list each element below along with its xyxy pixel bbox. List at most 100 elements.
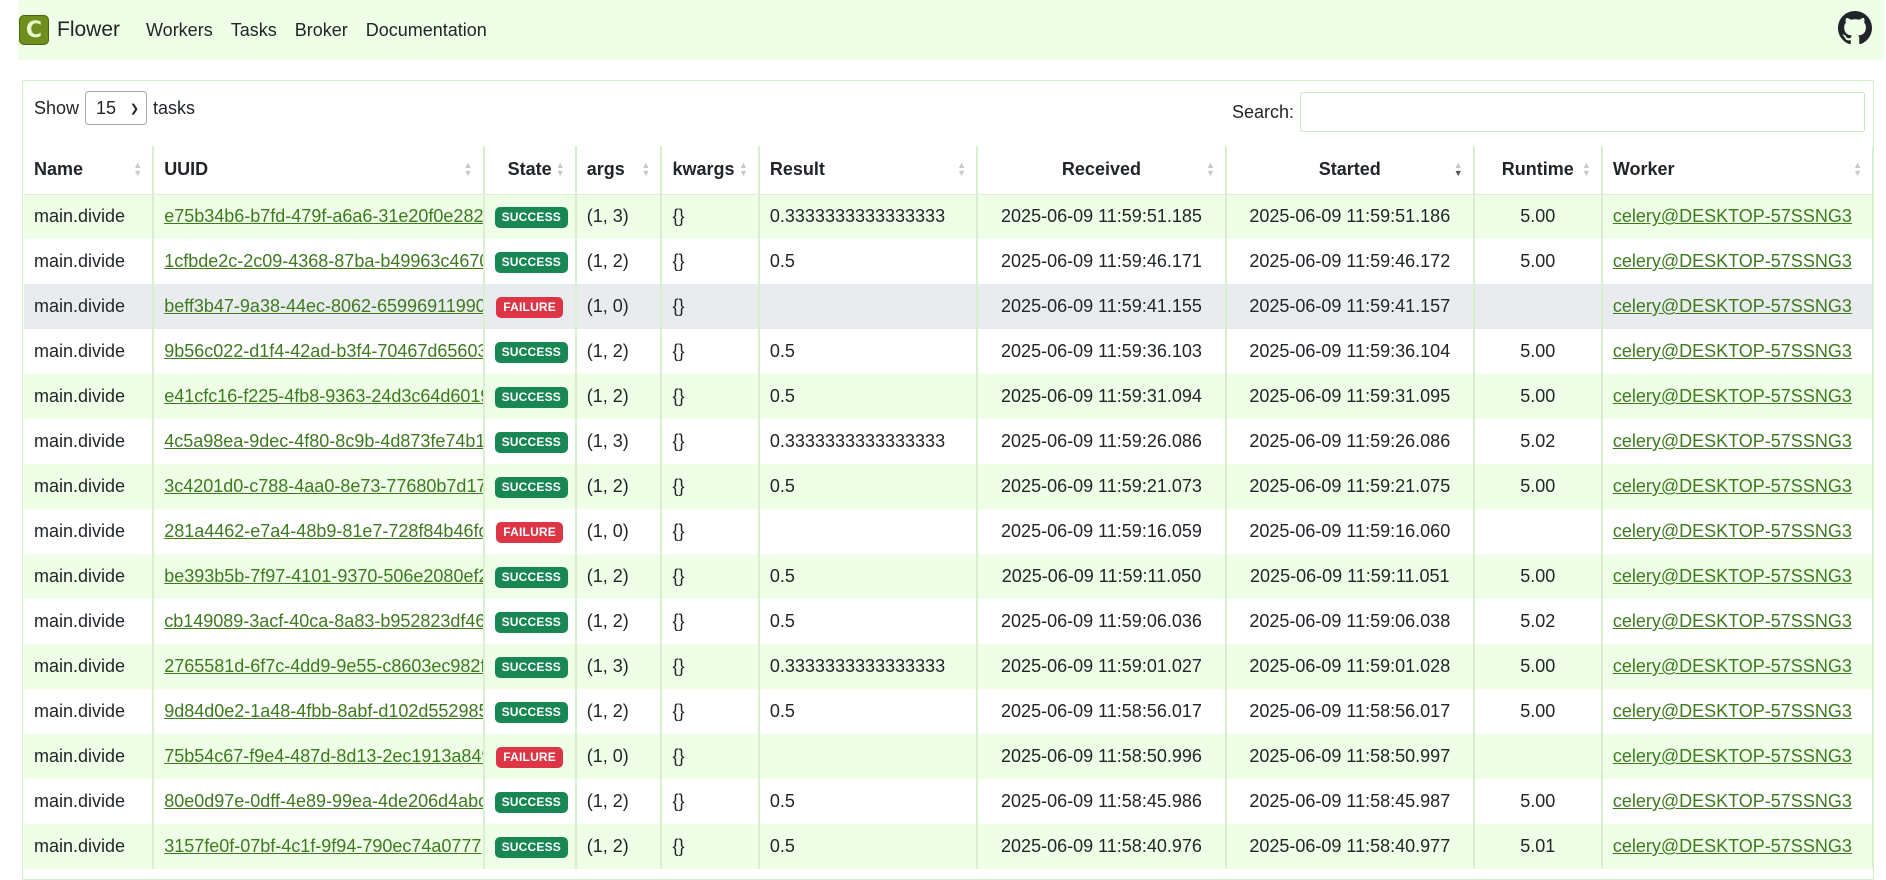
tasks-label: tasks — [153, 97, 196, 118]
table-row[interactable]: main.divide 2765581d-6f7c-4dd9-9e55-c8603… — [24, 644, 1875, 689]
task-args: (1, 3) — [575, 194, 663, 239]
table-row[interactable]: main.divide 80e0d97e-0dff-4e89-99ea-4de20… — [24, 779, 1875, 824]
worker-link[interactable]: celery@DESKTOP-57SSNG3 — [1613, 476, 1852, 496]
table-row[interactable]: main.divide 3157fe0f-07bf-4c1f-9f94-790ec… — [24, 824, 1875, 869]
table-row[interactable]: main.divide 1cfbde2c-2c09-4368-87ba-b4996… — [24, 239, 1875, 284]
task-uuid-link[interactable]: be393b5b-7f97-4101-9370-506e2080ef2c — [164, 566, 481, 586]
status-badge: SUCCESS — [494, 342, 568, 363]
column-header-runtime[interactable]: Runtime ▲ ▼ — [1473, 146, 1603, 195]
worker-link[interactable]: celery@DESKTOP-57SSNG3 — [1613, 656, 1852, 676]
uuid-cell: 281a4462-e7a4-48b9-81e7-728f84b46fdc — [153, 509, 485, 554]
task-kwargs: {} — [661, 374, 760, 419]
worker-link[interactable]: celery@DESKTOP-57SSNG3 — [1613, 431, 1852, 451]
task-received: 2025-06-09 11:59:06.036 — [977, 599, 1227, 644]
task-uuid-link[interactable]: 75b54c67-f9e4-487d-8d13-2ec1913a849d — [164, 746, 481, 766]
column-header-received[interactable]: Received ▲ ▼ — [977, 146, 1227, 195]
table-row[interactable]: main.divide 9d84d0e2-1a48-4fbb-8abf-d102d… — [24, 689, 1875, 734]
worker-link[interactable]: celery@DESKTOP-57SSNG3 — [1613, 296, 1852, 316]
page-size-select[interactable]: 15 ❯ — [85, 91, 148, 125]
brand-name: Flower — [57, 18, 121, 41]
uuid-cell: cb149089-3acf-40ca-8a83-b952823df468 — [153, 599, 485, 644]
brand[interactable]: C Flower — [19, 15, 120, 45]
task-uuid-link[interactable]: 80e0d97e-0dff-4e89-99ea-4de206d4abcb — [164, 791, 481, 811]
table-row[interactable]: main.divide 3c4201d0-c788-4aa0-8e73-77680… — [24, 464, 1875, 509]
task-uuid-link[interactable]: 4c5a98ea-9dec-4f80-8c9b-4d873fe74b1b — [164, 431, 481, 451]
column-header-result[interactable]: Result ▲ ▼ — [758, 146, 979, 195]
task-uuid-link[interactable]: e75b34b6-b7fd-479f-a6a6-31e20f0e2825 — [164, 206, 481, 226]
nav-link-broker[interactable]: Broker — [295, 20, 348, 41]
sort-icon: ▲ ▼ — [555, 160, 565, 178]
worker-link[interactable]: celery@DESKTOP-57SSNG3 — [1613, 341, 1852, 361]
nav-link-tasks[interactable]: Tasks — [231, 20, 277, 41]
table-row[interactable]: main.divide beff3b47-9a38-44ec-8062-65996… — [24, 284, 1875, 329]
task-received: 2025-06-09 11:59:16.059 — [977, 509, 1227, 554]
task-result: 0.5 — [758, 329, 979, 374]
worker-cell: celery@DESKTOP-57SSNG3 — [1601, 689, 1875, 734]
uuid-cell: e41cfc16-f225-4fb8-9363-24d3c64d6019 — [153, 374, 485, 419]
column-header-args[interactable]: args ▲ ▼ — [575, 146, 663, 195]
task-name: main.divide — [24, 779, 155, 824]
worker-link[interactable]: celery@DESKTOP-57SSNG3 — [1613, 206, 1852, 226]
column-header-started[interactable]: Started ▲ ▼ — [1225, 146, 1475, 195]
search-input[interactable] — [1300, 92, 1865, 132]
tasks-table: Name ▲ ▼ UUID ▲ ▼ State ▲ ▼ args ▲ ▼ kwargs ▲ ▼ Re… — [24, 146, 1875, 869]
task-uuid-link[interactable]: 3157fe0f-07bf-4c1f-9f94-790ec74a0777 — [164, 836, 481, 856]
task-uuid-link[interactable]: 281a4462-e7a4-48b9-81e7-728f84b46fdc — [164, 521, 481, 541]
task-kwargs: {} — [661, 419, 760, 464]
worker-link[interactable]: celery@DESKTOP-57SSNG3 — [1613, 566, 1852, 586]
task-uuid-link[interactable]: 1cfbde2c-2c09-4368-87ba-b49963c4670f — [164, 251, 481, 271]
worker-link[interactable]: celery@DESKTOP-57SSNG3 — [1613, 521, 1852, 541]
worker-link[interactable]: celery@DESKTOP-57SSNG3 — [1613, 791, 1852, 811]
table-row[interactable]: main.divide 281a4462-e7a4-48b9-81e7-728f8… — [24, 509, 1875, 554]
task-started: 2025-06-09 11:58:40.977 — [1225, 824, 1475, 869]
column-header-worker[interactable]: Worker ▲ ▼ — [1601, 146, 1875, 195]
table-row[interactable]: main.divide 4c5a98ea-9dec-4f80-8c9b-4d873… — [24, 419, 1875, 464]
column-header-kwargs[interactable]: kwargs ▲ ▼ — [661, 146, 760, 195]
task-received: 2025-06-09 11:59:21.073 — [977, 464, 1227, 509]
task-received: 2025-06-09 11:58:50.996 — [977, 734, 1227, 779]
task-uuid-link[interactable]: 9b56c022-d1f4-42ad-b3f4-70467d65603f — [164, 341, 481, 361]
worker-link[interactable]: celery@DESKTOP-57SSNG3 — [1613, 746, 1852, 766]
nav-link-workers[interactable]: Workers — [146, 20, 213, 41]
column-header-name[interactable]: Name ▲ ▼ — [24, 146, 155, 195]
task-kwargs: {} — [661, 554, 760, 599]
column-header-state[interactable]: State ▲ ▼ — [483, 146, 577, 195]
nav-link-documentation[interactable]: Documentation — [366, 20, 487, 41]
table-row[interactable]: main.divide be393b5b-7f97-4101-9370-506e2… — [24, 554, 1875, 599]
worker-cell: celery@DESKTOP-57SSNG3 — [1601, 779, 1875, 824]
worker-link[interactable]: celery@DESKTOP-57SSNG3 — [1613, 386, 1852, 406]
task-uuid-link[interactable]: 2765581d-6f7c-4dd9-9e55-c8603ec982fb — [164, 656, 481, 676]
task-args: (1, 2) — [575, 779, 663, 824]
task-kwargs: {} — [661, 644, 760, 689]
task-args: (1, 2) — [575, 689, 663, 734]
task-args: (1, 2) — [575, 824, 663, 869]
show-label: Show — [34, 97, 80, 118]
task-uuid-link[interactable]: e41cfc16-f225-4fb8-9363-24d3c64d6019 — [164, 386, 481, 406]
nav-links: Workers Tasks Broker Documentation — [146, 20, 505, 41]
table-row[interactable]: main.divide cb149089-3acf-40ca-8a83-b9528… — [24, 599, 1875, 644]
column-header-uuid[interactable]: UUID ▲ ▼ — [153, 146, 485, 195]
worker-link[interactable]: celery@DESKTOP-57SSNG3 — [1613, 251, 1852, 271]
table-row[interactable]: main.divide 75b54c67-f9e4-487d-8d13-2ec19… — [24, 734, 1875, 779]
task-uuid-link[interactable]: 9d84d0e2-1a48-4fbb-8abf-d102d5529853 — [164, 701, 481, 721]
task-uuid-link[interactable]: 3c4201d0-c788-4aa0-8e73-77680b7d1724 — [164, 476, 481, 496]
worker-link[interactable]: celery@DESKTOP-57SSNG3 — [1613, 836, 1852, 856]
github-icon[interactable] — [1838, 11, 1872, 45]
state-cell: FAILURE — [483, 284, 577, 329]
task-started: 2025-06-09 11:59:51.186 — [1225, 194, 1475, 239]
worker-link[interactable]: celery@DESKTOP-57SSNG3 — [1613, 701, 1852, 721]
task-kwargs: {} — [661, 509, 760, 554]
status-badge: SUCCESS — [494, 837, 568, 858]
table-row[interactable]: main.divide 9b56c022-d1f4-42ad-b3f4-70467… — [24, 329, 1875, 374]
task-runtime: 5.00 — [1473, 689, 1603, 734]
table-row[interactable]: main.divide e75b34b6-b7fd-479f-a6a6-31e20… — [24, 194, 1875, 239]
state-cell: SUCCESS — [483, 464, 577, 509]
sort-icon: ▲ ▼ — [133, 160, 143, 178]
task-started: 2025-06-09 11:59:11.051 — [1225, 554, 1475, 599]
task-uuid-link[interactable]: beff3b47-9a38-44ec-8062-659969119904 — [164, 296, 481, 316]
worker-cell: celery@DESKTOP-57SSNG3 — [1601, 554, 1875, 599]
table-row[interactable]: main.divide e41cfc16-f225-4fb8-9363-24d3c… — [24, 374, 1875, 419]
task-uuid-link[interactable]: cb149089-3acf-40ca-8a83-b952823df468 — [164, 611, 481, 631]
worker-cell: celery@DESKTOP-57SSNG3 — [1601, 329, 1875, 374]
worker-link[interactable]: celery@DESKTOP-57SSNG3 — [1613, 611, 1852, 631]
